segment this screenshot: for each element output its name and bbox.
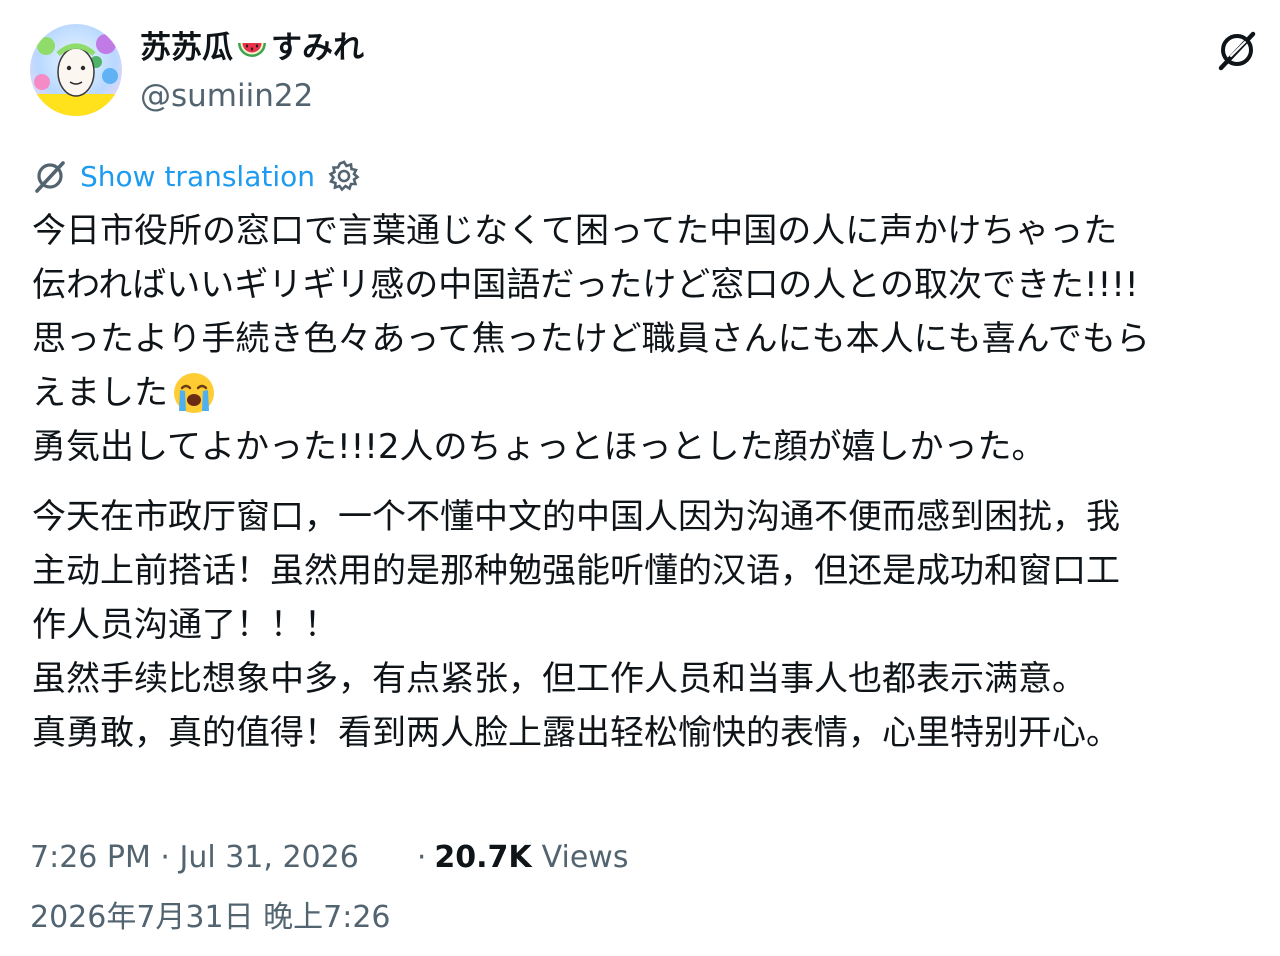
translated-line: 主动上前搭话！虽然用的是那种勉强能听懂的汉语，但还是成功和窗口工 <box>32 551 1120 591</box>
tweet-line: えました <box>32 373 168 413</box>
translated-line: 虽然手续比想象中多，有点紧张，但工作人员和当事人也都表示满意。 <box>32 659 1086 699</box>
tweet-timestamp[interactable]: 7:26 PM · Jul 31, 2026 <box>30 836 359 880</box>
grok-icon <box>32 158 68 194</box>
tweet-line: 伝わればいいギリギリ感の中国語だったけど窓口の人との取次できた!!!! <box>32 265 1139 305</box>
display-name-prefix: 苏苏瓜 <box>140 30 233 66</box>
grok-icon[interactable] <box>1215 28 1259 72</box>
tweet-meta: 7:26 PM · Jul 31, 2026 · 20.7K Views <box>30 836 628 880</box>
tweet-header: 苏苏瓜 すみれ @sumiin22 <box>30 24 1256 120</box>
translation-row: Show translation <box>32 156 361 196</box>
local-timestamp: 2026年7月31日 晚上7:26 <box>30 900 391 935</box>
translated-text: 今天在市政厅窗口，一个不懂中文的中国人因为沟通不便而感到困扰，我 主动上前搭话！… <box>32 490 1280 760</box>
display-name[interactable]: 苏苏瓜 すみれ <box>140 28 364 68</box>
translated-line: 作人员沟通了！！！ <box>32 605 338 645</box>
user-handle[interactable]: @sumiin22 <box>140 76 313 116</box>
display-name-suffix: すみれ <box>271 30 364 66</box>
tweet-text: 今日市役所の窓口で言葉通じなくて困ってた中国の人に声かけちゃった 伝わればいいギ… <box>32 204 1280 474</box>
watermelon-icon <box>235 31 269 65</box>
crying-face-icon <box>170 369 218 417</box>
avatar[interactable] <box>30 24 122 116</box>
tweet-line-with-emoji: えました <box>32 366 1280 420</box>
views-label: Views <box>541 840 629 875</box>
views-count: 20.7K <box>434 840 532 875</box>
gear-icon[interactable] <box>327 159 361 193</box>
separator-dot: · <box>416 840 427 875</box>
show-translation-link[interactable]: Show translation <box>80 160 315 193</box>
translated-line: 今天在市政厅窗口，一个不懂中文的中国人因为沟通不便而感到困扰，我 <box>32 497 1120 537</box>
translated-line: 真勇敢，真的值得！看到两人脸上露出轻松愉快的表情，心里特别开心。 <box>32 713 1120 753</box>
tweet-line: 思ったより手続き色々あって焦ったけど職員さんにも本人にも喜んでもら <box>32 319 1150 359</box>
tweet-line: 勇気出してよかった!!!2人のちょっとほっとした顔が嬉しかった。 <box>32 427 1046 467</box>
tweet-line: 今日市役所の窓口で言葉通じなくて困ってた中国の人に声かけちゃった <box>32 211 1118 251</box>
